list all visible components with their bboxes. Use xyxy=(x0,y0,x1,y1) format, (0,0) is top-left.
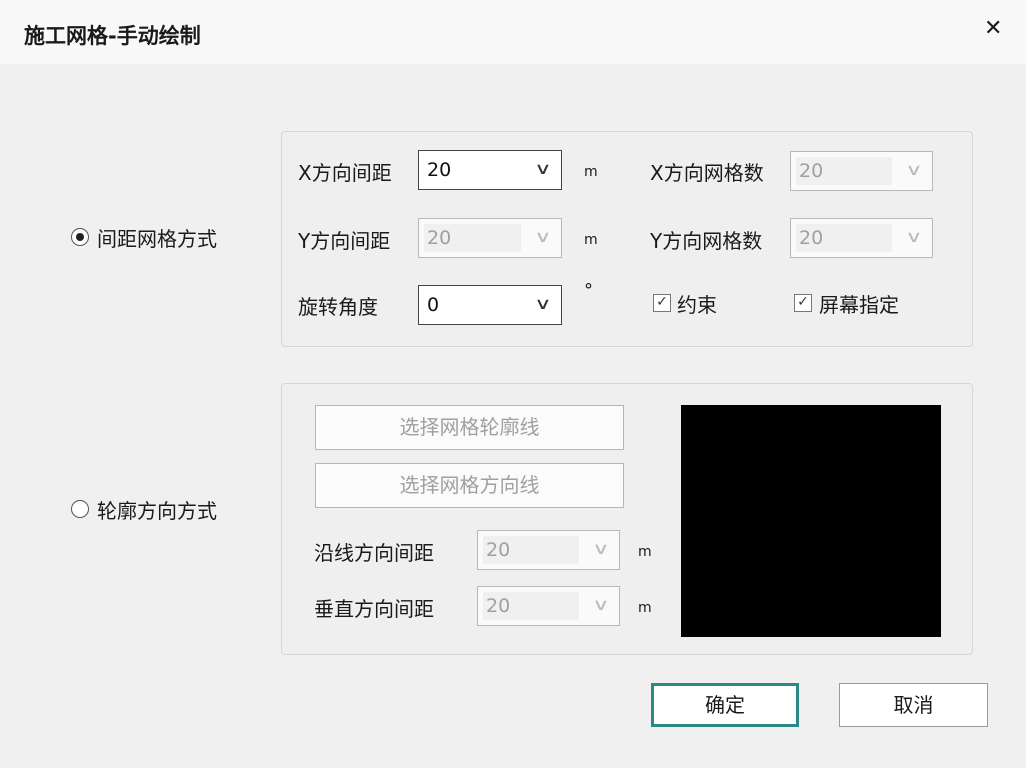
dialog-title: 施工网格-手动绘制 xyxy=(24,24,201,48)
along-spacing-value: 20 xyxy=(486,539,511,561)
chevron-down-icon: ∨ xyxy=(592,539,610,558)
radio-spacing-grid-label[interactable]: 间距网格方式 xyxy=(97,223,217,252)
close-icon[interactable]: ✕ xyxy=(984,16,1002,41)
preview-canvas xyxy=(681,405,941,637)
x-count-value: 20 xyxy=(799,160,824,182)
screen-specify-label: 屏幕指定 xyxy=(819,293,899,317)
x-spacing-combo[interactable]: 20 ∨ xyxy=(418,150,562,190)
chevron-down-icon: ∨ xyxy=(534,159,552,178)
along-spacing-combo[interactable]: 20 ∨ xyxy=(477,530,620,570)
rotation-label: 旋转角度 xyxy=(298,295,378,319)
y-spacing-unit: m xyxy=(584,232,598,248)
ok-button[interactable]: 确定 xyxy=(651,683,799,727)
x-spacing-unit: m xyxy=(584,164,598,180)
chevron-down-icon: ∨ xyxy=(905,160,923,179)
select-direction-button[interactable]: 选择网格方向线 xyxy=(315,463,624,508)
x-spacing-value: 20 xyxy=(427,159,452,181)
y-count-combo[interactable]: 20 ∨ xyxy=(790,218,933,258)
rotation-unit: ° xyxy=(584,280,593,301)
select-outline-button[interactable]: 选择网格轮廓线 xyxy=(315,405,624,450)
y-spacing-label: Y方向间距 xyxy=(298,229,391,253)
x-count-combo[interactable]: 20 ∨ xyxy=(790,151,933,191)
y-spacing-combo[interactable]: 20 ∨ xyxy=(418,218,562,258)
radio-outline-direction-label[interactable]: 轮廓方向方式 xyxy=(97,495,217,524)
vertical-spacing-combo[interactable]: 20 ∨ xyxy=(477,586,620,626)
vertical-spacing-value: 20 xyxy=(486,595,511,617)
vertical-spacing-label: 垂直方向间距 xyxy=(314,597,434,621)
radio-spacing-grid[interactable] xyxy=(71,228,89,246)
along-spacing-unit: m xyxy=(638,544,652,560)
rotation-combo[interactable]: 0 ∨ xyxy=(418,285,562,325)
vertical-spacing-unit: m xyxy=(638,600,652,616)
x-count-label: X方向网格数 xyxy=(650,161,764,185)
cancel-button[interactable]: 取消 xyxy=(839,683,988,727)
chevron-down-icon: ∨ xyxy=(534,227,552,246)
constraint-label: 约束 xyxy=(677,293,717,317)
rotation-value: 0 xyxy=(427,294,440,316)
x-spacing-label: X方向间距 xyxy=(298,161,392,185)
chevron-down-icon: ∨ xyxy=(592,595,610,614)
y-count-value: 20 xyxy=(799,227,824,249)
constraint-checkbox[interactable]: ✓ xyxy=(653,294,671,312)
along-spacing-label: 沿线方向间距 xyxy=(314,541,434,565)
radio-outline-direction[interactable] xyxy=(71,500,89,518)
y-spacing-value: 20 xyxy=(427,227,452,249)
y-count-label: Y方向网格数 xyxy=(650,229,763,253)
chevron-down-icon: ∨ xyxy=(905,227,923,246)
screen-specify-checkbox[interactable]: ✓ xyxy=(794,294,812,312)
chevron-down-icon: ∨ xyxy=(534,294,552,313)
